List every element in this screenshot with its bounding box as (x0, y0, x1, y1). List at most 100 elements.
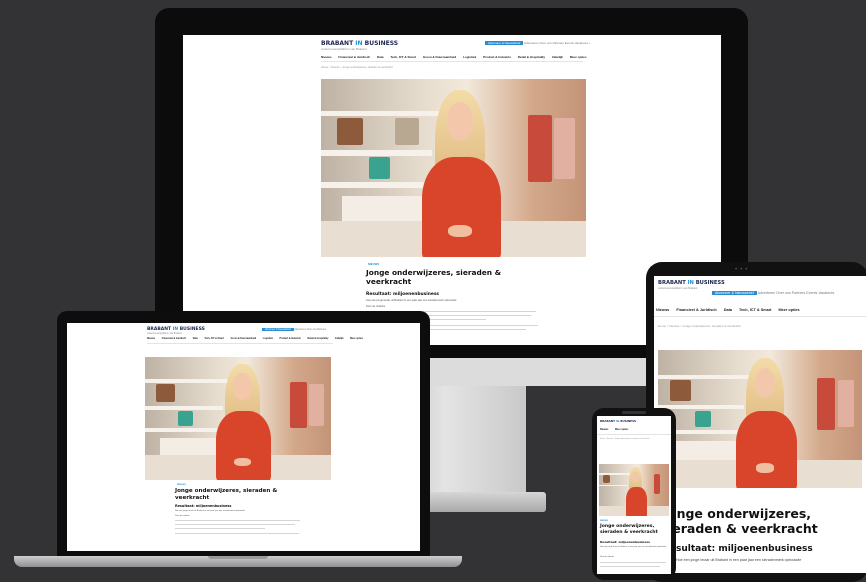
site-tagline: ondernemersplatform van Brabant (321, 47, 367, 51)
top-links: Abonneer & Nieuwsbrief Adverteren Over o… (485, 41, 591, 45)
monitor-screen: BRABANT IN BUSINESS ondernemersplatform … (183, 35, 721, 345)
body-text-line (600, 562, 666, 563)
nav-item-groen[interactable]: Groen & Duurzaamheid (231, 338, 257, 340)
phone-notch (622, 411, 646, 414)
article-intro: Hoe een jonge leraar uit Brabant in een … (600, 546, 666, 548)
site-logo[interactable]: BRABANT IN BUSINESS (600, 419, 636, 423)
main-nav: Nieuws Financieel & Juridisch Data Tech,… (321, 55, 592, 59)
nav-item-meer[interactable]: Meer opties (570, 55, 587, 59)
nav-divider (147, 343, 333, 344)
article-category[interactable]: NIEUWS (368, 262, 379, 266)
site-logo[interactable]: BRABANT IN BUSINESS (321, 40, 398, 47)
nav-divider (321, 61, 583, 62)
article-subheadline: sultaat: miljoenenbusiness (676, 544, 813, 554)
nav-divider (654, 316, 866, 317)
top-link-adverteren[interactable]: Adverteren (758, 291, 776, 295)
nav-item-groen[interactable]: Groen & Duurzaamheid (423, 55, 456, 59)
top-link-vacatures[interactable]: Vacatures (818, 291, 834, 295)
phone-screen: BRABANT IN BUSINESS Nieuws Meer opties H… (597, 416, 671, 574)
nav-item-meer[interactable]: Meer opties (615, 428, 628, 431)
article-byline: Door de redactie (600, 556, 614, 558)
nav-item-meer[interactable]: Meer opties (350, 338, 363, 340)
site-logo[interactable]: BRABANT IN BUSINESS (658, 280, 725, 286)
top-link-over-ons[interactable]: Over ons (776, 291, 791, 295)
nav-item-data[interactable]: Data (193, 338, 198, 340)
top-link-vacatures[interactable]: Vacatures (575, 41, 588, 45)
nav-item-nieuws[interactable]: Nieuws (321, 55, 332, 59)
nav-item-financieel[interactable]: Financieel & Juridisch (676, 308, 716, 312)
top-link-events[interactable]: Events (806, 291, 817, 295)
nav-item-zakelijk[interactable]: Zakelijk (552, 55, 563, 59)
top-link-adverteren[interactable]: Adverteren (524, 41, 539, 45)
article-intro: Hoe een jonge leraar uit Brabant in een … (676, 558, 802, 562)
nav-divider (597, 434, 671, 435)
nav-item-zakelijk[interactable]: Zakelijk (335, 338, 343, 340)
nav-item-tech[interactable]: Tech, ICT & Smart (204, 338, 224, 340)
article-category[interactable]: NIEUWS (600, 520, 608, 522)
top-link-partners[interactable]: Partners (317, 328, 326, 331)
main-nav: Nieuws Meer opties (600, 428, 634, 431)
nav-item-nieuws[interactable]: Nieuws (600, 428, 608, 431)
laptop-notch (208, 556, 268, 559)
nav-item-nieuws[interactable]: Nieuws (656, 308, 669, 312)
article-category[interactable]: NIEUWS (177, 484, 186, 486)
article-headline: Jonge onderwijzeres, sieraden & veerkrac… (600, 524, 658, 535)
article-photo (321, 79, 586, 257)
top-links: Abonneer & Nieuwsbrief Adverteren Over o… (712, 291, 834, 295)
body-text-line (175, 524, 295, 525)
breadcrumb: Home > Nieuws > Jonge onderwijzeres, sie… (321, 66, 393, 69)
top-link-over-ons[interactable]: Over ons (540, 41, 552, 45)
article-headline: Jonge onderwijzeres, sieraden & veerkrac… (175, 488, 278, 501)
main-nav: Nieuws Financieel & Juridisch Data Tech,… (656, 308, 806, 312)
nav-item-retail[interactable]: Retail & Hospitality (518, 55, 545, 59)
nav-item-product[interactable]: Product & Industrie (280, 338, 301, 340)
body-text-line (175, 533, 299, 534)
laptop-screen: BRABANT IN BUSINESS ondernemersplatform … (67, 323, 420, 551)
top-link-over-ons[interactable]: Over ons (307, 328, 317, 331)
top-link-partners[interactable]: Partners (553, 41, 564, 45)
site-logo[interactable]: BRABANT IN BUSINESS (147, 327, 205, 332)
article-photo (599, 464, 669, 516)
article-photo (145, 357, 331, 480)
article-byline: Door de redactie (175, 515, 190, 517)
article-photo (658, 350, 862, 488)
article-byline: Door de redactie (366, 305, 386, 308)
tablet-camera-dots: ••• (735, 267, 751, 273)
subscribe-button[interactable]: Abonneer & Nieuwsbrief (485, 41, 524, 45)
nav-item-financieel[interactable]: Financieel & Juridisch (162, 338, 186, 340)
article-subheadline: Resultaat: miljoenenbusiness (366, 292, 440, 297)
nav-item-data[interactable]: Data (377, 55, 384, 59)
nav-item-logistiek[interactable]: Logistiek (463, 55, 476, 59)
subscribe-button[interactable]: Abonneer & Nieuwsbrief (712, 291, 757, 295)
site-tagline: ondernemersplatform van Brabant (658, 287, 698, 290)
nav-item-tech[interactable]: Tech, ICT & Smart (739, 308, 771, 312)
body-text-line (175, 528, 265, 529)
nav-item-meer[interactable]: Meer opties (779, 308, 800, 312)
main-nav: Nieuws Financieel & Juridisch Data Tech,… (147, 338, 369, 340)
subscribe-button[interactable]: Abonneer & Nieuwsbrief (262, 328, 294, 331)
article-intro: Hoe een jonge leraar uit Brabant in een … (366, 299, 457, 302)
top-links: Abonneer & Nieuwsbrief Adverteren Over o… (262, 328, 326, 331)
top-link-partners[interactable]: Partners (792, 291, 806, 295)
nav-item-tech[interactable]: Tech, ICT & Smart (390, 55, 416, 59)
article-subheadline: Resultaat: miljoenenbusiness (600, 540, 650, 544)
article-headline: Jonge onderwijzeres, sieraden & veerkrac… (366, 268, 502, 286)
nav-item-data[interactable]: Data (724, 308, 732, 312)
body-text-line (600, 566, 660, 567)
search-icon[interactable]: ⌕ (589, 41, 591, 45)
article-headline: onge onderwijzeres, ieraden & veerkracht (668, 506, 818, 536)
nav-item-retail[interactable]: Retail & Hospitality (307, 338, 328, 340)
breadcrumb: Home > Nieuws > Jonge onderwijzeres, sie… (600, 438, 650, 440)
top-link-events[interactable]: Events (565, 41, 574, 45)
nav-item-nieuws[interactable]: Nieuws (147, 338, 155, 340)
article-intro: Hoe een jonge leraar uit Brabant in een … (175, 510, 245, 512)
breadcrumb: Home > Nieuws > Jonge onderwijzeres, sie… (658, 324, 742, 328)
nav-item-financieel[interactable]: Financieel & Juridisch (338, 55, 370, 59)
article-subheadline: Resultaat: miljoenenbusiness (175, 504, 232, 508)
tablet-screen: BRABANT IN BUSINESS ondernemersplatform … (654, 276, 866, 573)
body-text-line (175, 520, 300, 521)
top-link-adverteren[interactable]: Adverteren (294, 328, 306, 331)
nav-item-product[interactable]: Product & Industrie (483, 55, 511, 59)
site-tagline: ondernemersplatform van Brabant (147, 333, 182, 335)
nav-item-logistiek[interactable]: Logistiek (263, 338, 273, 340)
